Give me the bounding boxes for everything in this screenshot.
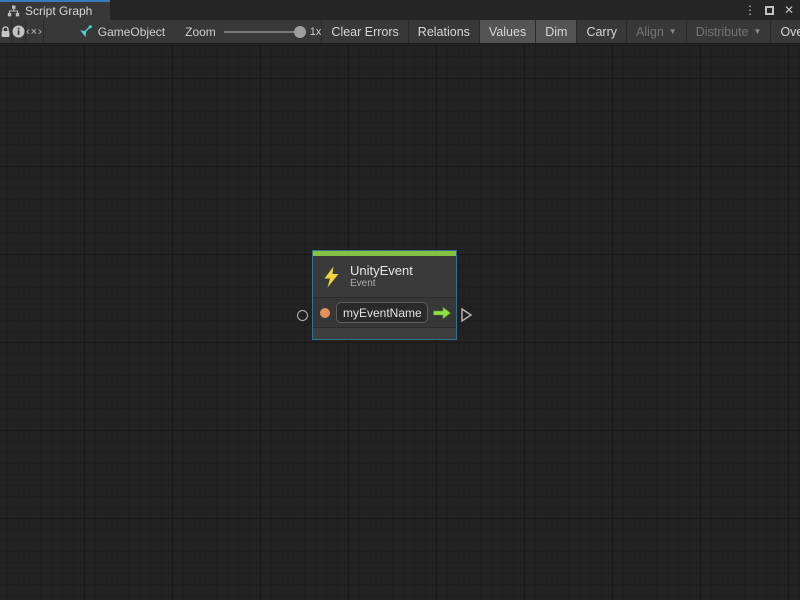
carry-button[interactable]: Carry [576, 20, 626, 43]
graph-target[interactable]: GameObject [70, 20, 173, 43]
code-toggle-icon: ‹×› [26, 26, 43, 38]
zoom-value: 1x [310, 26, 322, 38]
zoom-slider-track[interactable] [224, 31, 304, 33]
node-footer [313, 328, 456, 339]
zoom-control: Zoom 1x [185, 20, 321, 43]
title-bar: Script Graph ⋮ ✕ [0, 0, 800, 20]
clear-errors-button[interactable]: Clear Errors [321, 20, 407, 43]
event-name-input-port[interactable] [320, 308, 330, 318]
distribute-dropdown-button[interactable]: Distribute ▼ [686, 20, 771, 43]
node-titles: UnityEvent Event [350, 263, 413, 290]
toolbar-buttons: Clear Errors Relations Values Dim Carry … [321, 20, 800, 43]
trigger-output-connector[interactable] [460, 307, 473, 328]
overview-button[interactable]: Overview [770, 20, 800, 43]
event-name-field[interactable] [336, 302, 428, 323]
lightning-event-icon [323, 266, 340, 288]
value-input-connector[interactable] [297, 310, 308, 321]
window-controls: ⋮ ✕ [743, 0, 796, 20]
graph-hierarchy-icon [7, 5, 20, 17]
dim-toggle-button[interactable]: Dim [535, 20, 576, 43]
inspector-toggle-button[interactable] [12, 20, 26, 43]
zoom-slider-thumb[interactable] [294, 26, 306, 38]
tab-title: Script Graph [25, 4, 92, 18]
unity-event-node[interactable]: UnityEvent Event [312, 250, 457, 340]
values-toggle-button[interactable]: Values [479, 20, 535, 43]
node-port-row [313, 297, 456, 328]
window-menu-icon[interactable]: ⋮ [743, 0, 757, 20]
chevron-down-icon: ▼ [754, 27, 762, 36]
tab-script-graph[interactable]: Script Graph [0, 0, 110, 20]
node-header: UnityEvent Event [313, 256, 456, 297]
info-icon [12, 25, 25, 38]
close-icon[interactable]: ✕ [782, 0, 796, 20]
maximize-icon[interactable] [765, 6, 774, 15]
code-preview-toggle-button[interactable]: ‹×› [26, 20, 44, 43]
target-label: GameObject [98, 25, 165, 39]
graph-canvas[interactable]: UnityEvent Event [0, 44, 800, 600]
align-dropdown-button[interactable]: Align ▼ [626, 20, 686, 43]
chevron-down-icon: ▼ [669, 27, 677, 36]
lock-icon [0, 26, 11, 38]
node-title: UnityEvent [350, 263, 413, 278]
zoom-label: Zoom [185, 25, 216, 39]
relations-button[interactable]: Relations [408, 20, 479, 43]
node-subtitle: Event [350, 278, 413, 290]
graph-toolbar: ‹×› GameObject Zoom 1x Clear Errors Rela… [0, 20, 800, 44]
trigger-arrow-icon[interactable] [432, 306, 452, 320]
lock-button[interactable] [0, 20, 12, 43]
gameobject-graph-icon [78, 25, 92, 38]
